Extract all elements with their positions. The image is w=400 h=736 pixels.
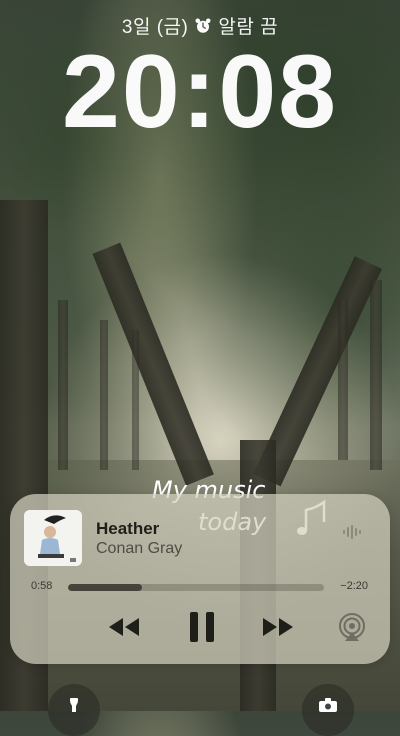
- album-art[interactable]: [24, 510, 82, 566]
- rewind-icon: [109, 618, 139, 636]
- track-artist: Conan Gray: [96, 540, 183, 557]
- forward-button[interactable]: [258, 612, 298, 642]
- time-remaining: −2:20: [340, 580, 368, 592]
- playback-scrubber[interactable]: [68, 584, 324, 591]
- airplay-icon: [339, 613, 365, 641]
- time-elapsed: 0:58: [31, 580, 53, 592]
- fast-forward-icon: [263, 618, 293, 636]
- alarm-clock-icon: [195, 18, 211, 33]
- camera-icon: [319, 698, 337, 712]
- now-playing-widget[interactable]: Heather Conan Gray 0:58 −2:20: [10, 494, 390, 664]
- tree-trunk: [132, 330, 139, 470]
- camera-button[interactable]: [302, 684, 354, 736]
- tree-trunk: [370, 280, 382, 470]
- waveform-icon: [343, 525, 361, 539]
- playback-progress-fill: [68, 584, 143, 591]
- album-art-image: [24, 510, 82, 566]
- flashlight-icon: [70, 698, 78, 712]
- flashlight-button[interactable]: [48, 684, 100, 736]
- pause-icon: [190, 612, 214, 642]
- airplay-button[interactable]: [334, 610, 370, 644]
- tree-trunk: [58, 300, 68, 470]
- tree-trunk: [338, 300, 348, 460]
- pause-button[interactable]: [182, 610, 222, 644]
- track-title: Heather: [96, 519, 160, 538]
- lockscreen-clock: 20:08: [62, 34, 338, 150]
- rewind-button[interactable]: [104, 612, 144, 642]
- tree-trunk: [100, 320, 108, 470]
